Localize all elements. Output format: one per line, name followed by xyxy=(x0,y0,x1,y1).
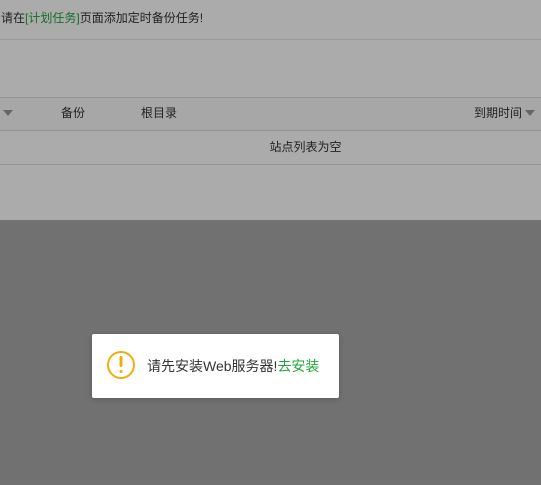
exclamation-circle-icon xyxy=(107,351,135,379)
warning-toast: 请先安装Web服务器!去安装 xyxy=(92,334,339,398)
toast-message-text: 请先安装Web服务器! xyxy=(147,358,278,374)
modal-overlay[interactable] xyxy=(0,0,541,485)
toast-message: 请先安装Web服务器!去安装 xyxy=(147,334,319,398)
install-link[interactable]: 去安装 xyxy=(277,358,319,374)
